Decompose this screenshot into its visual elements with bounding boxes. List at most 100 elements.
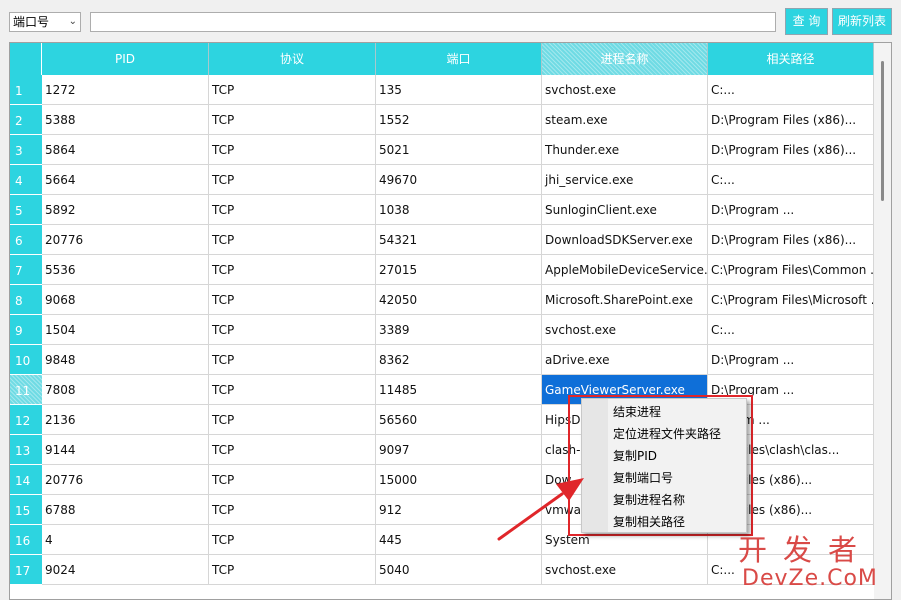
pid-cell[interactable]: 1504 (42, 315, 209, 345)
protocol-cell[interactable]: TCP (209, 105, 376, 135)
pid-cell[interactable]: 7808 (42, 375, 209, 405)
pid-cell[interactable]: 5864 (42, 135, 209, 165)
menu-item-end-process[interactable]: 结束进程 (613, 401, 661, 423)
port-cell[interactable]: 9097 (376, 435, 542, 465)
port-cell[interactable]: 49670 (376, 165, 542, 195)
row-header[interactable]: 2 (10, 105, 42, 135)
row-header[interactable]: 7 (10, 255, 42, 285)
row-header[interactable]: 10 (10, 345, 42, 375)
pid-cell[interactable]: 5664 (42, 165, 209, 195)
path-cell[interactable]: C:... (708, 165, 874, 195)
search-input[interactable] (90, 12, 776, 32)
table-row[interactable]: 1 1272 TCP 135 svchost.exe C:... (10, 75, 874, 105)
process-name-cell[interactable]: jhi_service.exe (542, 165, 708, 195)
table-row[interactable]: 8 9068 TCP 42050 Microsoft.SharePoint.ex… (10, 285, 874, 315)
pid-cell[interactable]: 5388 (42, 105, 209, 135)
port-cell[interactable]: 3389 (376, 315, 542, 345)
port-cell[interactable]: 27015 (376, 255, 542, 285)
refresh-list-button[interactable]: 刷新列表 (832, 8, 892, 35)
protocol-cell[interactable]: TCP (209, 435, 376, 465)
path-cell[interactable]: C:... (708, 315, 874, 345)
port-cell[interactable]: 5021 (376, 135, 542, 165)
row-header[interactable]: 11 (10, 375, 42, 405)
port-cell[interactable]: 15000 (376, 465, 542, 495)
row-header[interactable]: 4 (10, 165, 42, 195)
path-cell[interactable]: D:\Program ... (708, 345, 874, 375)
protocol-cell[interactable]: TCP (209, 555, 376, 585)
row-header[interactable]: 15 (10, 495, 42, 525)
row-header[interactable]: 16 (10, 525, 42, 555)
select-all-corner[interactable] (10, 43, 42, 75)
row-header[interactable]: 17 (10, 555, 42, 585)
protocol-cell[interactable]: TCP (209, 315, 376, 345)
pid-cell[interactable]: 6788 (42, 495, 209, 525)
table-row[interactable]: 3 5864 TCP 5021 Thunder.exe D:\Program F… (10, 135, 874, 165)
process-name-cell[interactable]: aDrive.exe (542, 345, 708, 375)
pid-cell[interactable]: 9068 (42, 285, 209, 315)
protocol-cell[interactable]: TCP (209, 495, 376, 525)
menu-item-copy-pid[interactable]: 复制PID (613, 445, 657, 467)
pid-cell[interactable]: 2136 (42, 405, 209, 435)
process-name-cell[interactable]: svchost.exe (542, 75, 708, 105)
row-header[interactable]: 12 (10, 405, 42, 435)
protocol-cell[interactable]: TCP (209, 405, 376, 435)
pid-cell[interactable]: 4 (42, 525, 209, 555)
protocol-cell[interactable]: TCP (209, 165, 376, 195)
row-header[interactable]: 5 (10, 195, 42, 225)
process-name-cell[interactable]: Microsoft.SharePoint.exe (542, 285, 708, 315)
table-row[interactable]: 5 5892 TCP 1038 SunloginClient.exe D:\Pr… (10, 195, 874, 225)
menu-item-copy-port[interactable]: 复制端口号 (613, 467, 673, 489)
port-cell[interactable]: 445 (376, 525, 542, 555)
pid-cell[interactable]: 9144 (42, 435, 209, 465)
path-cell[interactable]: C:\Program Files\Microsoft ... (708, 285, 874, 315)
menu-item-copy-path[interactable]: 复制相关路径 (613, 511, 685, 533)
menu-item-locate-folder[interactable]: 定位进程文件夹路径 (613, 423, 721, 445)
column-header-protocol[interactable]: 协议 (209, 43, 376, 75)
column-header-port[interactable]: 端口 (376, 43, 542, 75)
row-header[interactable]: 9 (10, 315, 42, 345)
port-cell[interactable]: 42050 (376, 285, 542, 315)
protocol-cell[interactable]: TCP (209, 75, 376, 105)
protocol-cell[interactable]: TCP (209, 285, 376, 315)
path-cell[interactable]: D:\Program Files (x86)... (708, 135, 874, 165)
process-name-cell[interactable]: DownloadSDKServer.exe (542, 225, 708, 255)
protocol-cell[interactable]: TCP (209, 345, 376, 375)
process-name-cell[interactable]: svchost.exe (542, 555, 708, 585)
filter-field-select[interactable]: 端口号 ⌄ (9, 12, 81, 32)
pid-cell[interactable]: 20776 (42, 225, 209, 255)
table-row[interactable]: 6 20776 TCP 54321 DownloadSDKServer.exe … (10, 225, 874, 255)
process-name-cell[interactable]: steam.exe (542, 105, 708, 135)
pid-cell[interactable]: 5892 (42, 195, 209, 225)
protocol-cell[interactable]: TCP (209, 135, 376, 165)
path-cell[interactable]: C:... (708, 75, 874, 105)
port-cell[interactable]: 1552 (376, 105, 542, 135)
row-header[interactable]: 8 (10, 285, 42, 315)
protocol-cell[interactable]: TCP (209, 375, 376, 405)
port-cell[interactable]: 56560 (376, 405, 542, 435)
process-name-cell[interactable]: SunloginClient.exe (542, 195, 708, 225)
port-cell[interactable]: 54321 (376, 225, 542, 255)
row-header[interactable]: 13 (10, 435, 42, 465)
process-name-cell[interactable]: svchost.exe (542, 315, 708, 345)
process-name-cell[interactable]: AppleMobileDeviceService.e... (542, 255, 708, 285)
path-cell[interactable]: D:\Program ... (708, 195, 874, 225)
table-row[interactable]: 10 9848 TCP 8362 aDrive.exe D:\Program .… (10, 345, 874, 375)
path-cell[interactable]: D:\Program Files (x86)... (708, 225, 874, 255)
table-row[interactable]: 4 5664 TCP 49670 jhi_service.exe C:... (10, 165, 874, 195)
protocol-cell[interactable]: TCP (209, 195, 376, 225)
path-cell[interactable]: C:\Program Files\Common ... (708, 255, 874, 285)
port-cell[interactable]: 912 (376, 495, 542, 525)
row-header[interactable]: 14 (10, 465, 42, 495)
pid-cell[interactable]: 9024 (42, 555, 209, 585)
port-cell[interactable]: 11485 (376, 375, 542, 405)
process-name-cell[interactable]: Thunder.exe (542, 135, 708, 165)
pid-cell[interactable]: 5536 (42, 255, 209, 285)
row-header[interactable]: 1 (10, 75, 42, 105)
column-header-pid[interactable]: PID (42, 43, 209, 75)
path-cell[interactable]: D:\Program Files (x86)... (708, 105, 874, 135)
column-header-path[interactable]: 相关路径 (708, 43, 874, 75)
table-row[interactable]: 9 1504 TCP 3389 svchost.exe C:... (10, 315, 874, 345)
pid-cell[interactable]: 20776 (42, 465, 209, 495)
vertical-scrollbar[interactable] (874, 43, 891, 599)
pid-cell[interactable]: 9848 (42, 345, 209, 375)
